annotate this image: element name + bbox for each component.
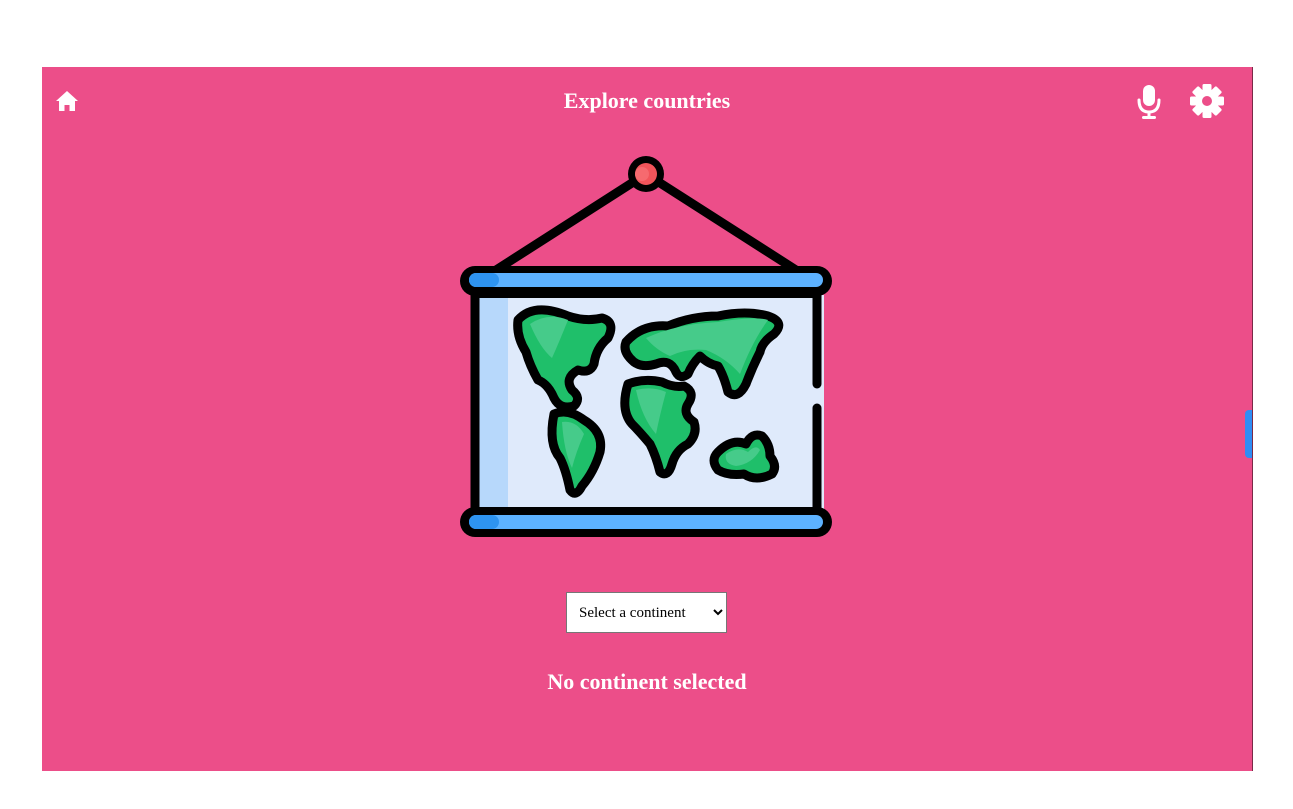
continent-select[interactable]: Select a continent — [566, 592, 727, 633]
continent-select-wrapper: Select a continent — [566, 592, 727, 633]
app-container: Explore countries Select a continent No … — [42, 67, 1252, 771]
gear-icon — [1190, 84, 1224, 118]
microphone-button[interactable] — [1136, 84, 1162, 120]
selection-status-text: No continent selected — [547, 669, 747, 694]
window-edge — [1252, 67, 1253, 771]
world-map-illustration — [456, 152, 836, 547]
page-title: Explore countries — [563, 88, 731, 113]
settings-button[interactable] — [1189, 83, 1225, 119]
microphone-icon — [1137, 85, 1161, 119]
header-bar: Explore countries — [42, 67, 1252, 135]
side-panel-tab[interactable] — [1245, 410, 1252, 458]
world-map-poster-icon — [460, 156, 832, 537]
